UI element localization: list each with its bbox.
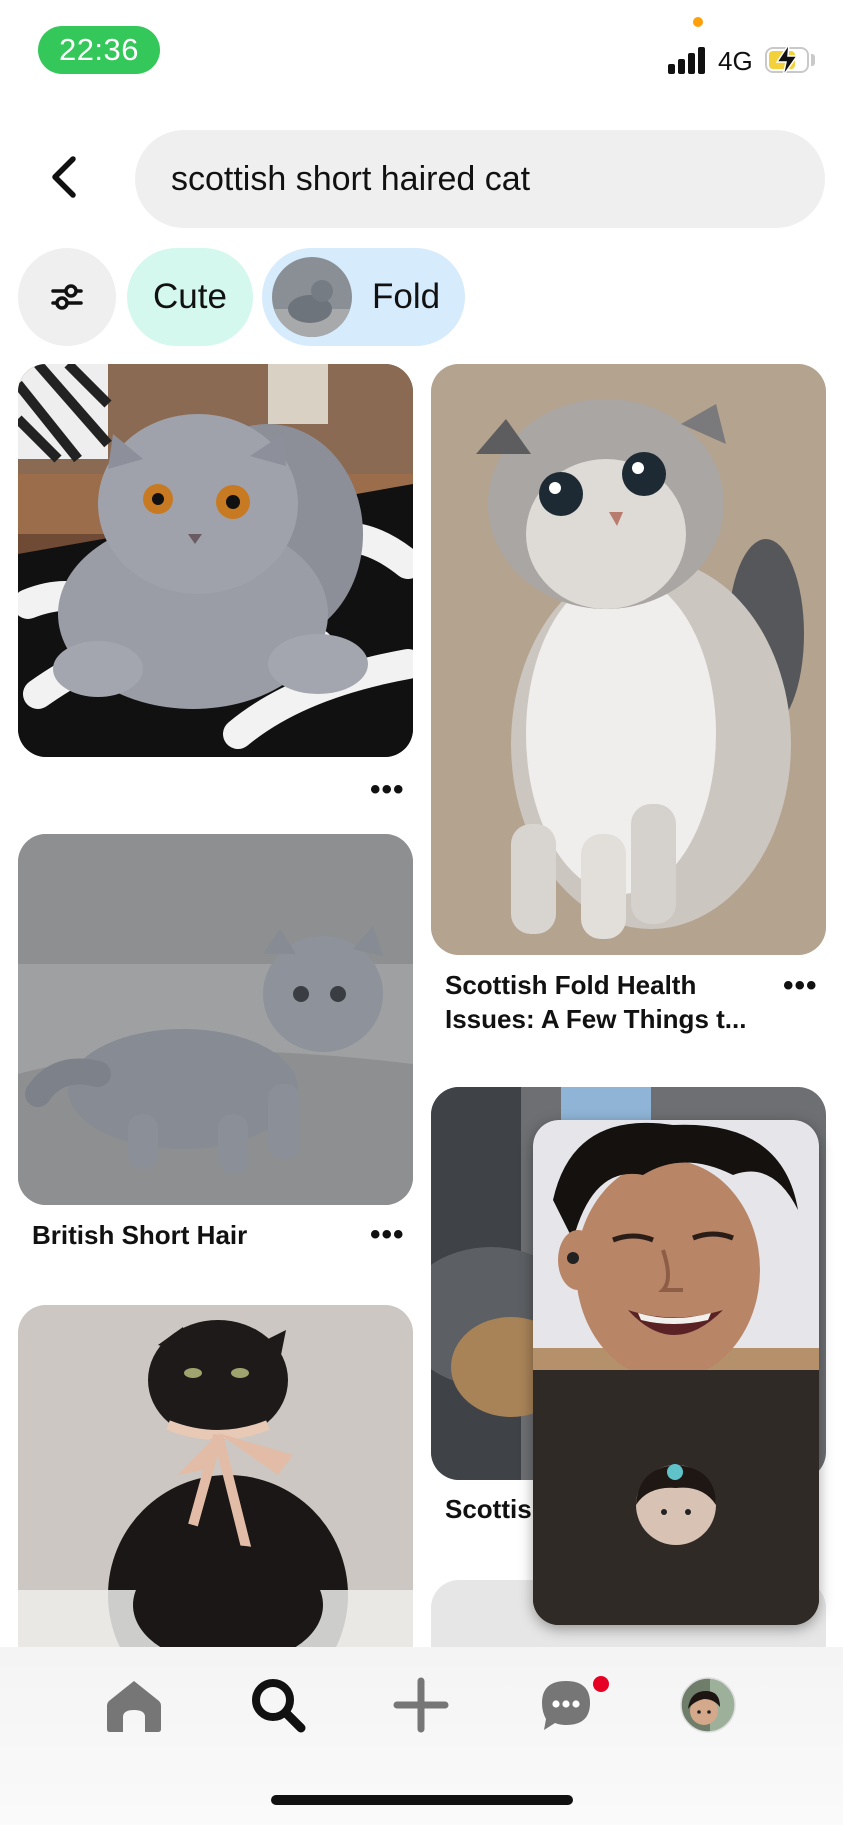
nav-messages[interactable]: [531, 1670, 601, 1740]
chevron-left-icon: [52, 156, 76, 198]
pin-more-button[interactable]: •••: [370, 1220, 405, 1250]
search-input[interactable]: scottish short haired cat: [135, 130, 825, 228]
home-indicator: [271, 1795, 573, 1805]
nav-create[interactable]: [386, 1670, 456, 1740]
chip-fold-thumbnail: [272, 257, 352, 337]
profile-avatar: [680, 1677, 736, 1733]
chip-fold[interactable]: Fold: [262, 248, 465, 346]
pin-image-scottish-fold-health[interactable]: [431, 364, 826, 955]
chip-cute-label: Cute: [153, 277, 227, 316]
pin-image-black-fold-cat[interactable]: [18, 1305, 413, 1665]
filter-button[interactable]: [18, 248, 116, 346]
plus-icon: [393, 1677, 449, 1733]
nav-profile[interactable]: [673, 1670, 743, 1740]
battery-icon: [765, 43, 809, 77]
status-time: 22:36: [38, 26, 160, 74]
search-icon: [252, 1679, 306, 1733]
pin-caption: Scottis: [445, 1494, 532, 1524]
pin-image-grey-fold-cat[interactable]: [18, 364, 413, 757]
search-query-text: scottish short haired cat: [171, 159, 531, 198]
facetime-pip-window[interactable]: [533, 1120, 819, 1625]
signal-icon: [668, 46, 708, 74]
sliders-icon: [51, 284, 83, 310]
pin-caption: Scottish Fold Health Issues: A Few Thing…: [445, 968, 785, 1036]
battery-cap: [811, 54, 815, 66]
nav-home[interactable]: [99, 1670, 169, 1740]
chip-fold-label: Fold: [372, 277, 441, 316]
pin-image-british-short-hair[interactable]: [18, 834, 413, 1205]
chip-cute[interactable]: Cute: [127, 248, 253, 346]
network-type: 4G: [718, 46, 753, 76]
pin-more-button[interactable]: •••: [783, 971, 818, 1001]
pin-more-button[interactable]: •••: [370, 775, 405, 805]
mic-indicator-dot: [693, 17, 703, 27]
nav-search[interactable]: [243, 1670, 313, 1740]
chat-icon: [542, 1681, 590, 1730]
back-button[interactable]: [44, 152, 84, 202]
pin-caption: British Short Hair: [32, 1220, 248, 1250]
pin-caption-line-2: Issues: A Few Things t...: [445, 1004, 747, 1034]
notification-badge: [593, 1676, 609, 1692]
pin-caption-line-1: Scottish Fold Health: [445, 970, 697, 1000]
home-icon: [107, 1681, 161, 1732]
